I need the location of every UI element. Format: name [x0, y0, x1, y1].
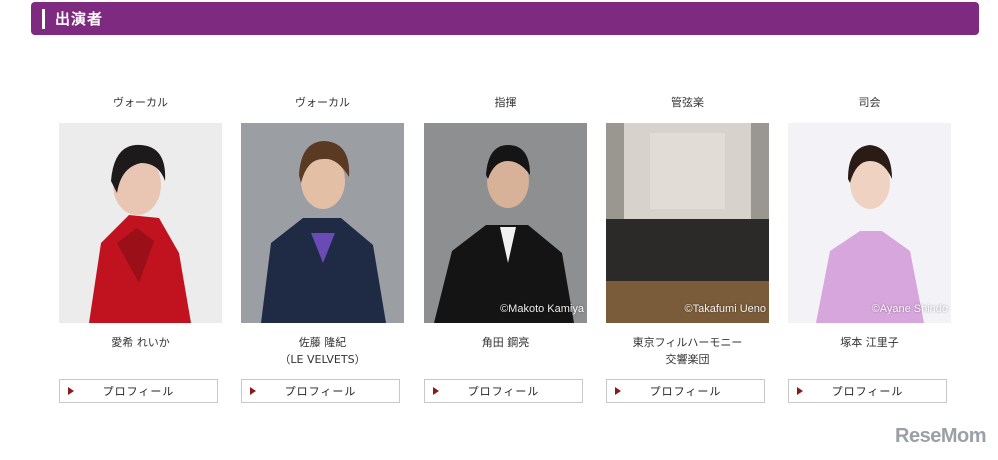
performer-card: 司会 ©Ayane Shindo 塚本 江里子 プロフィール	[788, 95, 951, 403]
performer-list: ヴォーカル 愛希 れいか プロフィール ヴォーカル 佐藤 隆紀 （LE VELV…	[59, 95, 951, 415]
profile-button[interactable]: プロフィール	[606, 379, 765, 403]
triangle-right-icon	[250, 387, 256, 395]
performer-name: 東京フィルハーモニー 交響楽団	[632, 336, 743, 366]
section-title: 出演者	[55, 10, 104, 28]
resemom-logo: ReseMom	[895, 425, 986, 447]
photo-credit: ©Takafumi Ueno	[684, 303, 766, 315]
triangle-right-icon	[433, 387, 439, 395]
photo-credit: ©Ayane Shindo	[871, 303, 948, 315]
performer-role: 管弦楽	[671, 96, 704, 109]
section-accent-bar	[42, 8, 45, 29]
performer-name: 角田 鋼亮	[481, 336, 530, 349]
performer-photo	[241, 123, 404, 323]
performer-role: 司会	[858, 96, 881, 109]
section-header: 出演者	[31, 2, 979, 35]
profile-button[interactable]: プロフィール	[241, 379, 400, 403]
triangle-right-icon	[797, 387, 803, 395]
performer-card: 管弦楽 ©Takafumi Ueno 東京フィルハーモニー 交響楽団 プロフィー…	[606, 95, 769, 403]
performer-role: ヴォーカル	[295, 96, 350, 109]
performer-role: 指揮	[494, 96, 517, 109]
profile-button[interactable]: プロフィール	[59, 379, 218, 403]
performer-card: ヴォーカル 愛希 れいか プロフィール	[59, 95, 222, 403]
performer-photo: ©Makoto Kamiya	[424, 123, 587, 323]
performer-name: 塚本 江里子	[840, 336, 899, 349]
triangle-right-icon	[68, 387, 74, 395]
performer-role: ヴォーカル	[113, 96, 168, 109]
performer-card: 指揮 ©Makoto Kamiya 角田 鋼亮 プロフィール	[424, 95, 587, 403]
triangle-right-icon	[615, 387, 621, 395]
profile-button[interactable]: プロフィール	[788, 379, 947, 403]
performer-photo	[59, 123, 222, 323]
photo-credit: ©Makoto Kamiya	[500, 303, 584, 315]
performer-photo: ©Takafumi Ueno	[606, 123, 769, 323]
performer-photo: ©Ayane Shindo	[788, 123, 951, 323]
profile-button[interactable]: プロフィール	[424, 379, 583, 403]
performer-card: ヴォーカル 佐藤 隆紀 （LE VELVETS） プロフィール	[241, 95, 404, 403]
performer-name: 愛希 れいか	[111, 336, 170, 349]
performer-name: 佐藤 隆紀 （LE VELVETS）	[279, 336, 366, 366]
